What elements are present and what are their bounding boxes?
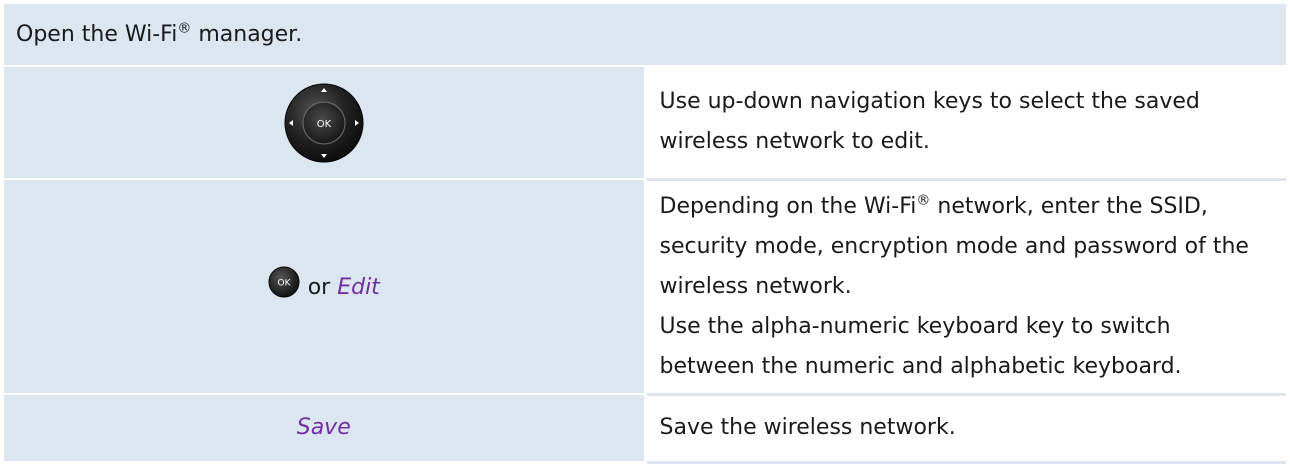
instruction-table-frame: Open the Wi-Fi® manager. OK Use up-down … [4, 4, 1286, 464]
instruction-table: Open the Wi-Fi® manager. OK Use up-down … [4, 4, 1286, 464]
edit-softkey-label: Edit [337, 274, 380, 300]
navigation-key-icon: OK [284, 83, 364, 162]
header-text-before: Open the Wi-Fi [16, 21, 178, 47]
row-description: Save the wireless network. [659, 415, 956, 440]
text-cell: Use up-down navigation keys to select th… [645, 66, 1286, 181]
registered-mark: ® [916, 192, 931, 209]
icon-cell: Save [4, 394, 647, 463]
text-cell: Save the wireless network. [645, 394, 1286, 464]
table-row: Save Save the wireless network. [4, 394, 1286, 464]
or-connector: or [307, 274, 331, 300]
icon-cell: OK [4, 66, 647, 180]
row-description: Use up-down navigation keys to select th… [659, 89, 1200, 155]
table-header-cell: Open the Wi-Fi® manager. [4, 4, 1286, 67]
header-text-after: manager. [191, 21, 303, 47]
nav-key-ok-label: OK [317, 119, 332, 130]
registered-mark: ® [177, 20, 192, 37]
row-description: Depending on the Wi-Fi® network, enter t… [660, 187, 1267, 307]
ok-key-label: OK [277, 278, 291, 288]
row-description-secondary: Use the alpha-numeric keyboard key to sw… [659, 313, 1182, 379]
ok-key-icon: OK [268, 266, 300, 297]
description-text-before: Depending on the Wi-Fi [659, 193, 917, 219]
table-row: OK or Edit Depending on the Wi-Fi® netwo… [4, 179, 1286, 396]
table-row: OK Use up-down navigation keys to select… [4, 66, 1286, 181]
table-header-row: Open the Wi-Fi® manager. [4, 4, 1286, 67]
icon-cell: OK or Edit [4, 179, 647, 395]
text-cell: Depending on the Wi-Fi® network, enter t… [645, 179, 1286, 396]
save-softkey-label: Save [296, 415, 351, 440]
